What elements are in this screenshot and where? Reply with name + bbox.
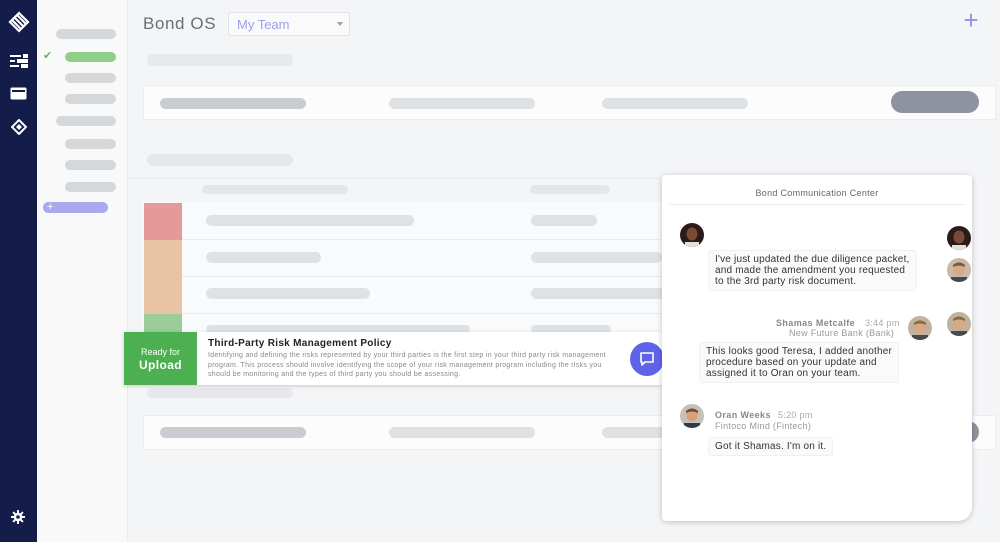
risk-indicator [144,240,182,277]
panel-title: Bond Communication Center [755,188,879,198]
table-cell-placeholder [206,288,370,299]
check-icon: ✔ [43,50,53,62]
panel-divider [669,204,965,205]
risk-indicator [144,203,182,240]
message-sender: Oran Weeks [715,410,771,420]
diamond-icon[interactable] [8,116,29,137]
subnav-item-active[interactable] [65,52,116,62]
avatar [947,226,971,250]
bond-logo-icon[interactable] [7,10,31,34]
card-text-placeholder [160,98,306,109]
table-cell-placeholder [531,215,597,226]
table-cell-placeholder [531,288,679,299]
upload-status-badge[interactable]: Ready for Upload [124,332,197,385]
team-selector[interactable]: My Team [228,12,350,36]
card-text-placeholder [389,427,535,438]
gear-icon[interactable] [11,510,25,524]
section-heading-placeholder [147,388,293,398]
subnav-item-placeholder[interactable] [65,73,116,83]
status-line-1: Ready for [140,347,181,357]
section-heading-placeholder [147,154,293,166]
subnav-item-placeholder[interactable] [56,116,116,126]
divider [128,178,662,179]
message-time: 3:44 pm [865,318,900,328]
card-icon[interactable] [8,83,29,104]
add-button[interactable]: + [961,7,981,33]
chevron-down-icon [337,22,343,26]
message-org: Fintoco Mind (Fintech) [715,421,812,431]
column-header-placeholder [530,185,610,194]
chat-message: This looks good Teresa, I added another … [699,342,900,383]
team-selector-value: My Team [237,17,290,32]
chat-bubble-icon [640,352,654,366]
message-sender: Shamas Metcalfe [776,318,856,328]
app-brand: Bond OS [143,14,217,33]
subnav-add-button[interactable]: + [43,202,108,213]
status-line-2: Upload [138,358,183,372]
avatar [680,404,704,428]
row-divider [182,313,662,314]
sliders-icon[interactable] [8,50,29,71]
column-header-placeholder [202,185,348,194]
subnav-item-placeholder[interactable] [65,94,116,104]
icon-rail [0,0,37,542]
chat-message: I've just updated the due diligence pack… [708,250,917,291]
subnav-item-placeholder[interactable] [56,29,116,39]
avatar [947,312,971,336]
subnav-item-placeholder[interactable] [65,139,116,149]
card-text-placeholder [602,98,748,109]
card-action-button[interactable] [891,91,979,113]
risk-indicator [144,277,182,314]
card-text-placeholder [160,427,306,438]
policy-title: Third-Party Risk Management Policy [208,338,392,349]
table-cell-placeholder [531,252,662,263]
card-text-placeholder [389,98,535,109]
section-heading-placeholder [147,54,293,66]
row-divider [182,239,662,240]
subnav-item-placeholder[interactable] [65,160,116,170]
message-org: New Future Bank (Bank) [789,328,895,338]
policy-banner[interactable]: Ready for Upload Third-Party Risk Manage… [124,332,662,385]
table-cell-placeholder [206,215,414,226]
chat-button[interactable] [630,342,664,376]
row-divider [182,276,662,277]
avatar [908,316,932,340]
risk-indicator [144,314,182,332]
avatar [947,258,971,282]
avatar [680,223,704,247]
policy-description: Identifying and defining the risks repre… [208,352,607,378]
chat-message: Got it Shamas. I'm on it. [708,437,834,456]
subnav-item-placeholder[interactable] [65,182,116,192]
communication-center-panel: Bond Communication Center I've just upda… [662,175,972,521]
table-cell-placeholder [206,252,321,263]
message-time: 5:20 pm [778,410,813,420]
